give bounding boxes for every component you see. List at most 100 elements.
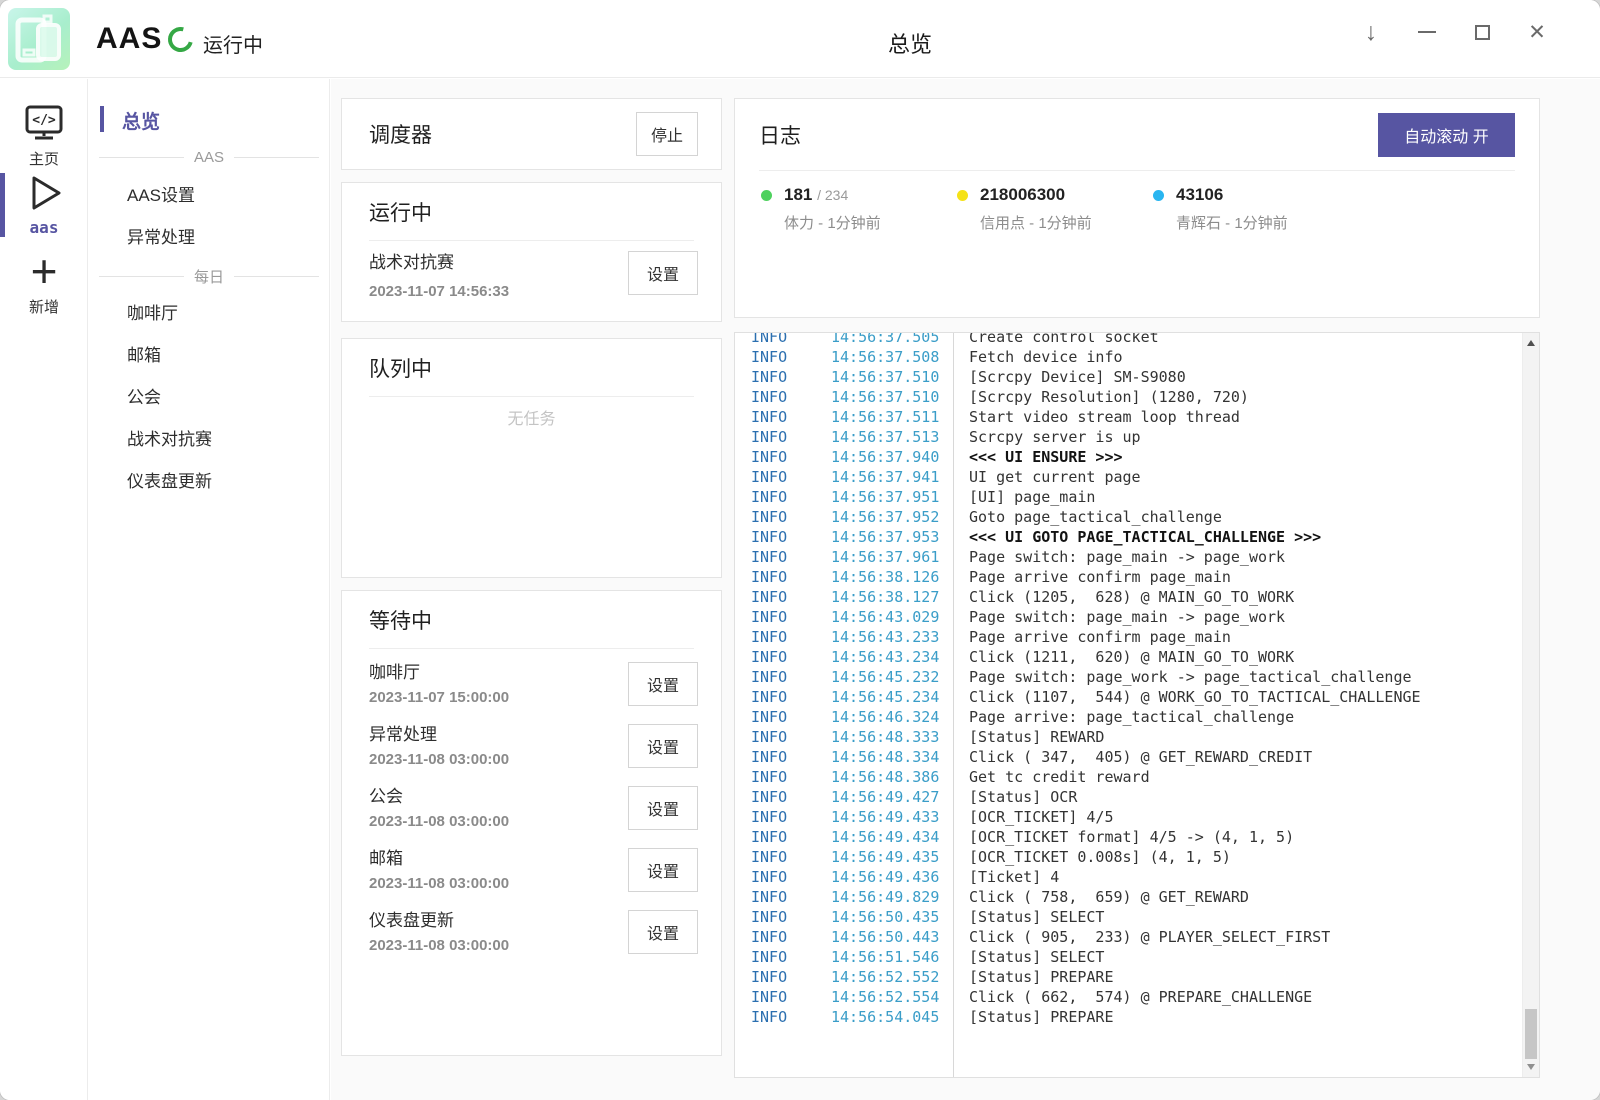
waiting-task: 邮箱 2023-11-08 03:00:00 设置 bbox=[369, 839, 698, 901]
log-level: INFO bbox=[735, 667, 831, 687]
download-icon[interactable]: ↓ bbox=[1355, 16, 1387, 48]
log-scrollbar[interactable] bbox=[1522, 333, 1539, 1077]
resource-stat: 43106 青辉石 - 1分钟前 bbox=[1153, 185, 1349, 233]
running-spinner-icon bbox=[163, 22, 197, 56]
autoscroll-toggle-button[interactable]: 自动滚动 开 bbox=[1378, 113, 1515, 157]
task-time: 2023-11-08 03:00:00 bbox=[369, 749, 509, 771]
log-timestamp: 14:56:49.435 bbox=[831, 847, 943, 867]
log-timestamp: 14:56:48.386 bbox=[831, 767, 943, 787]
log-timestamp: 14:56:49.829 bbox=[831, 887, 943, 907]
sidebar-item[interactable]: 邮箱 bbox=[89, 335, 329, 377]
log-timestamp: 14:56:37.940 bbox=[831, 447, 943, 467]
log-level: INFO bbox=[735, 367, 831, 387]
log-card: 日志 自动滚动 开 181 / 234 体力 - 1分钟前 bbox=[734, 98, 1540, 318]
maximize-icon[interactable] bbox=[1466, 16, 1498, 48]
sidebar-item[interactable]: 公会 bbox=[89, 377, 329, 419]
task-settings-button[interactable]: 设置 bbox=[628, 251, 698, 295]
scheduler-title: 调度器 bbox=[369, 119, 432, 149]
log-timestamp: 14:56:37.941 bbox=[831, 467, 943, 487]
stat-dot-icon bbox=[1153, 190, 1164, 201]
play-icon bbox=[0, 173, 88, 213]
log-title: 日志 bbox=[759, 120, 801, 150]
scrollbar-thumb[interactable] bbox=[1525, 1009, 1537, 1059]
task-settings-button[interactable]: 设置 bbox=[628, 910, 698, 954]
log-level: INFO bbox=[735, 747, 831, 767]
log-timestamp: 14:56:37.951 bbox=[831, 487, 943, 507]
log-timestamp: 14:56:49.427 bbox=[831, 787, 943, 807]
log-message: [OCR_TICKET] 4/5 bbox=[943, 807, 1114, 827]
sidebar-item[interactable]: 异常处理 bbox=[89, 217, 329, 259]
resource-stat: 218006300 信用点 - 1分钟前 bbox=[957, 185, 1153, 233]
log-timestamp: 14:56:50.435 bbox=[831, 907, 943, 927]
stat-value: 181 bbox=[784, 185, 812, 204]
log-level: INFO bbox=[735, 567, 831, 587]
log-timestamp: 14:56:48.333 bbox=[831, 727, 943, 747]
minimize-icon[interactable] bbox=[1411, 16, 1443, 48]
task-time: 2023-11-08 03:00:00 bbox=[369, 873, 509, 895]
log-message: Click ( 347, 405) @ GET_REWARD_CREDIT bbox=[943, 747, 1312, 767]
log-level: INFO bbox=[735, 967, 831, 987]
log-output[interactable]: INFO 14:56:37.505 Create control socket … bbox=[734, 332, 1540, 1078]
task-settings-button[interactable]: 设置 bbox=[628, 786, 698, 830]
log-row: INFO 14:56:45.234 Click (1107, 544) @ WO… bbox=[735, 687, 1539, 707]
nav-item-aas[interactable]: aas bbox=[0, 173, 88, 237]
log-row: INFO 14:56:49.434 [OCR_TICKET format] 4/… bbox=[735, 827, 1539, 847]
stat-value: 218006300 bbox=[980, 185, 1065, 204]
stat-value: 43106 bbox=[1176, 185, 1223, 204]
log-message: Click ( 905, 233) @ PLAYER_SELECT_FIRST bbox=[943, 927, 1330, 947]
task-name: 异常处理 bbox=[369, 722, 509, 747]
task-settings-button[interactable]: 设置 bbox=[628, 662, 698, 706]
waiting-task: 异常处理 2023-11-08 03:00:00 设置 bbox=[369, 715, 698, 777]
log-timestamp: 14:56:37.505 bbox=[831, 332, 943, 347]
sidebar-active-indicator bbox=[100, 106, 104, 132]
log-timestamp: 14:56:37.952 bbox=[831, 507, 943, 527]
log-level: INFO bbox=[735, 687, 831, 707]
sidebar-item[interactable]: AAS设置 bbox=[89, 175, 329, 217]
sidebar-item[interactable]: 战术对抗赛 bbox=[89, 419, 329, 461]
log-message: Get tc credit reward bbox=[943, 767, 1150, 787]
sidebar-item[interactable]: 咖啡厅 bbox=[89, 293, 329, 335]
log-level: INFO bbox=[735, 527, 831, 547]
task-name: 战术对抗赛 bbox=[369, 251, 509, 275]
sidebar-item[interactable]: 仪表盘更新 bbox=[89, 461, 329, 503]
sidebar-section-aas: AAS设置 异常处理 bbox=[89, 175, 329, 259]
log-row: INFO 14:56:45.232 Page switch: page_work… bbox=[735, 667, 1539, 687]
log-level: INFO bbox=[735, 787, 831, 807]
sidebar-item-overview[interactable]: 总览 bbox=[89, 105, 329, 133]
log-message: Click ( 758, 659) @ GET_REWARD bbox=[943, 887, 1249, 907]
log-row: INFO 14:56:49.829 Click ( 758, 659) @ GE… bbox=[735, 887, 1539, 907]
log-row: INFO 14:56:37.941 UI get current page bbox=[735, 467, 1539, 487]
log-row: INFO 14:56:46.324 Page arrive: page_tact… bbox=[735, 707, 1539, 727]
log-message: [Status] REWARD bbox=[943, 727, 1104, 747]
log-row: INFO 14:56:50.435 [Status] SELECT bbox=[735, 907, 1539, 927]
task-time: 2023-11-07 14:56:33 bbox=[369, 281, 509, 303]
sidebar-section-divider: AAS bbox=[89, 147, 329, 167]
log-timestamp: 14:56:38.127 bbox=[831, 587, 943, 607]
log-level: INFO bbox=[735, 707, 831, 727]
nav-item-home[interactable]: </> 主页 bbox=[0, 103, 88, 169]
log-message: [Status] SELECT bbox=[943, 907, 1104, 927]
resource-stats: 181 / 234 体力 - 1分钟前 218006300 信用点 - 1分钟前 bbox=[761, 185, 1539, 233]
task-name: 公会 bbox=[369, 784, 509, 809]
log-level: INFO bbox=[735, 867, 831, 887]
log-timestamp: 14:56:49.434 bbox=[831, 827, 943, 847]
log-message: <<< UI GOTO PAGE_TACTICAL_CHALLENGE >>> bbox=[943, 527, 1321, 547]
close-icon[interactable]: ✕ bbox=[1521, 16, 1553, 48]
log-timestamp: 14:56:49.433 bbox=[831, 807, 943, 827]
nav-item-new[interactable]: + 新增 bbox=[0, 251, 88, 317]
main-content: 调度器 停止 运行中 战术对抗赛 2023-11-07 14:56:33 设置 … bbox=[331, 79, 1600, 1100]
scroll-down-icon[interactable] bbox=[1527, 1064, 1535, 1070]
app-name: AAS bbox=[96, 22, 162, 56]
stat-suffix: / 234 bbox=[817, 187, 848, 203]
scroll-up-icon[interactable] bbox=[1527, 340, 1535, 346]
log-message: [Ticket] 4 bbox=[943, 867, 1059, 887]
stat-label: 体力 - 1分钟前 bbox=[784, 212, 881, 233]
task-settings-button[interactable]: 设置 bbox=[628, 724, 698, 768]
log-row: INFO 14:56:37.505 Create control socket bbox=[735, 332, 1539, 347]
log-message: Click (1107, 544) @ WORK_GO_TO_TACTICAL_… bbox=[943, 687, 1421, 707]
log-timestamp: 14:56:54.045 bbox=[831, 1007, 943, 1027]
stop-button[interactable]: 停止 bbox=[636, 112, 698, 156]
task-settings-button[interactable]: 设置 bbox=[628, 848, 698, 892]
waiting-task: 公会 2023-11-08 03:00:00 设置 bbox=[369, 777, 698, 839]
stat-dot-icon bbox=[957, 190, 968, 201]
